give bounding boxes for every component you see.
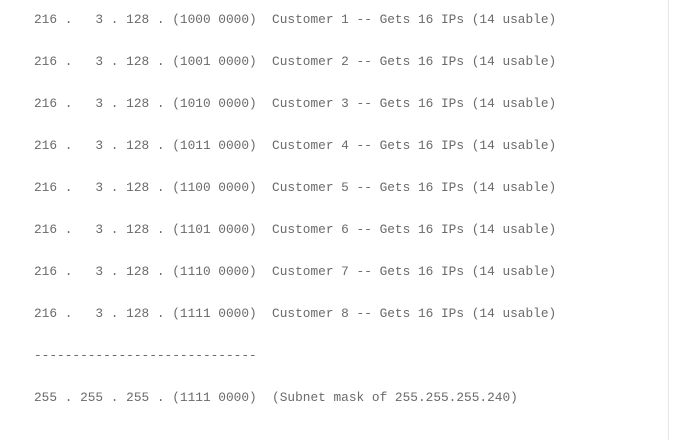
subnet-mask-line: 255 . 255 . 255 . (1111 0000) (Subnet ma… [34,390,518,405]
customer-line-7: 216 . 3 . 128 . (1110 0000) Customer 7 -… [34,264,557,279]
customer-line-2: 216 . 3 . 128 . (1001 0000) Customer 2 -… [34,54,557,69]
customer-line-4: 216 . 3 . 128 . (1011 0000) Customer 4 -… [34,138,557,153]
customer-line-5: 216 . 3 . 128 . (1100 0000) Customer 5 -… [34,180,557,195]
separator-line: ----------------------------- [34,348,257,363]
customer-line-8: 216 . 3 . 128 . (1111 0000) Customer 8 -… [34,306,557,321]
customer-line-3: 216 . 3 . 128 . (1010 0000) Customer 3 -… [34,96,557,111]
customer-line-6: 216 . 3 . 128 . (1101 0000) Customer 6 -… [34,222,557,237]
customer-line-1: 216 . 3 . 128 . (1000 0000) Customer 1 -… [34,12,557,27]
code-block: 216 . 3 . 128 . (1000 0000) Customer 1 -… [0,0,669,440]
